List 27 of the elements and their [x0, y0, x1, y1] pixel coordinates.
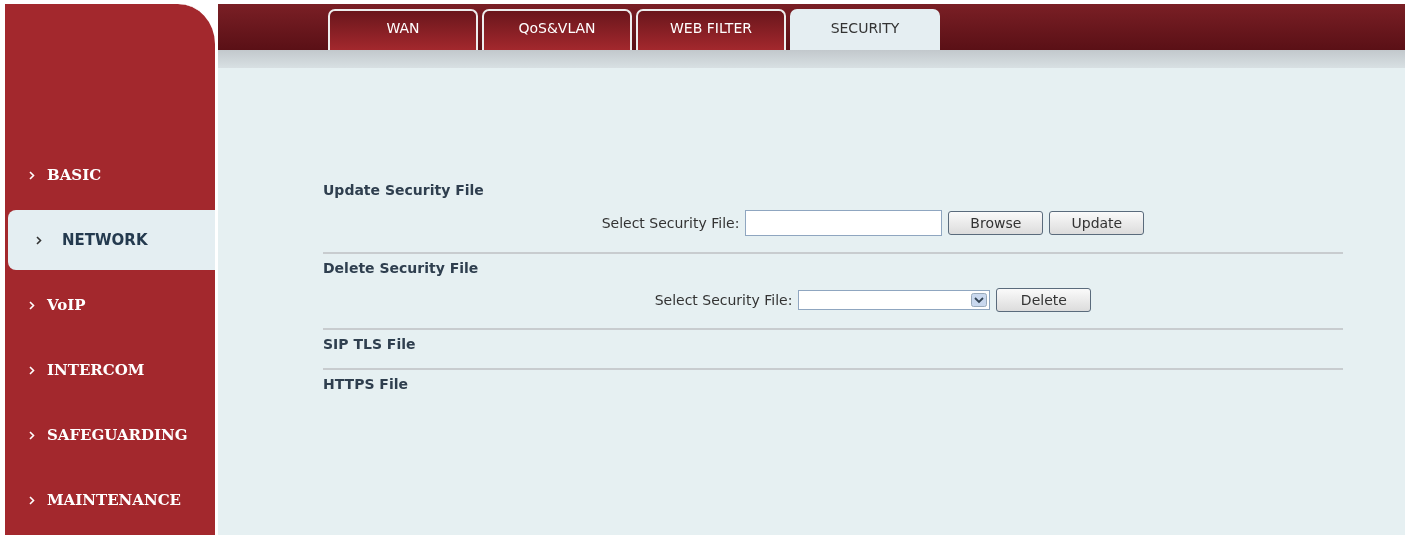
sidebar-item[interactable]: VoIP — [5, 275, 215, 335]
section-title: Update Security File — [323, 182, 485, 198]
sidebar-item[interactable]: SAFEGUARDING — [5, 405, 215, 465]
section-title: HTTPS File — [323, 376, 409, 392]
section-title: SIP TLS File — [323, 336, 417, 352]
field-label: Select Security File: — [654, 292, 793, 308]
tab[interactable]: WAN — [328, 9, 478, 50]
file-dropdown[interactable] — [798, 290, 991, 310]
section-title: Delete Security File — [323, 260, 480, 276]
chevron-icon — [29, 170, 35, 180]
sidebar-item[interactable]: NETWORK — [8, 210, 215, 270]
file-path-field[interactable] — [745, 210, 943, 236]
sidebar-item[interactable]: BASIC — [5, 145, 215, 205]
action-button[interactable]: Browse — [948, 211, 1044, 235]
field-label: Select Security File: — [601, 215, 740, 231]
action-button[interactable]: Update — [1049, 211, 1145, 235]
chevron-icon — [29, 300, 35, 310]
chevron-icon — [29, 495, 35, 505]
action-button[interactable]: Delete — [996, 288, 1092, 312]
sidebar-item[interactable]: MAINTENANCE — [5, 470, 215, 530]
chevron-icon — [29, 365, 35, 375]
tab[interactable]: SECURITY — [790, 9, 940, 50]
chevron-icon — [29, 430, 35, 440]
sidebar-item[interactable]: INTERCOM — [5, 340, 215, 400]
tab[interactable]: QoS&VLAN — [482, 9, 632, 50]
tab[interactable]: WEB FILTER — [636, 9, 786, 50]
chevron-icon — [36, 235, 42, 245]
